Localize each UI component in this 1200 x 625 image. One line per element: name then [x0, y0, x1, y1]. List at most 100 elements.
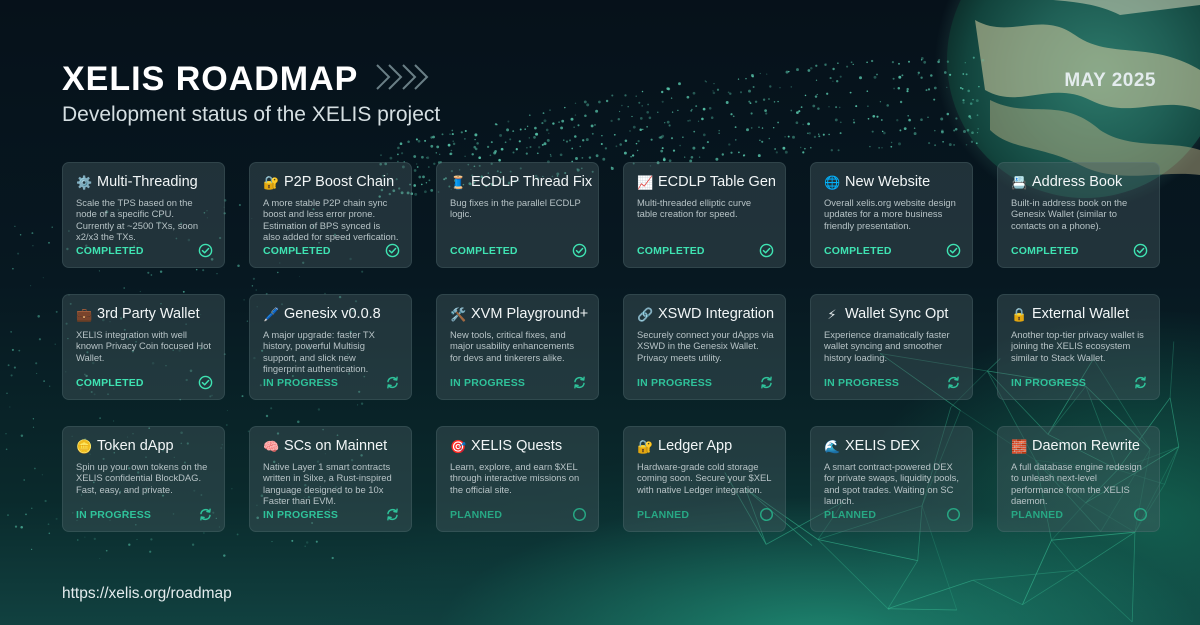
- roadmap-card: ⚙️ Multi-Threading Scale the TPS based on …: [62, 162, 225, 268]
- card-description: A more stable P2P chain sync boost and l…: [263, 197, 399, 243]
- status-badge: PLANNED: [824, 508, 877, 521]
- card-title: Multi-Threading: [97, 174, 198, 190]
- card-header: 🔐 Ledger App: [637, 436, 774, 456]
- brain-icon: 🧠: [263, 438, 280, 454]
- briefcase-icon: 💼: [76, 306, 93, 322]
- check-circle-icon: [198, 243, 213, 258]
- chart-up-icon: 📈: [637, 174, 654, 190]
- status-badge: COMPLETED: [450, 244, 518, 257]
- status-badge: PLANNED: [637, 508, 690, 521]
- roadmap-card: 🎯 XELIS Quests Learn, explore, and earn $X…: [436, 426, 599, 532]
- card-header: 💼 3rd Party Wallet: [76, 304, 213, 324]
- roadmap-grid: ⚙️ Multi-Threading Scale the TPS based on …: [62, 162, 1160, 532]
- sync-icon: [759, 375, 774, 390]
- status-badge: IN PROGRESS: [1011, 376, 1087, 389]
- card-header: 📈 ECDLP Table Gen: [637, 172, 776, 192]
- status-badge: PLANNED: [1011, 508, 1064, 521]
- card-footer: COMPLETED: [76, 375, 213, 390]
- card-header: 🔒 External Wallet: [1011, 304, 1148, 324]
- roadmap-card: 📇 Address Book Built-in address book on th…: [997, 162, 1160, 268]
- card-title: Daemon Rewrite: [1032, 438, 1140, 454]
- card-footer: PLANNED: [824, 507, 961, 522]
- status-badge: IN PROGRESS: [263, 376, 339, 389]
- card-description: Scale the TPS based on the node of a spe…: [76, 197, 199, 243]
- card-title: Address Book: [1032, 174, 1123, 190]
- date-label: MAY 2025: [1064, 70, 1156, 91]
- card-footer: COMPLETED: [263, 243, 400, 258]
- status-badge: COMPLETED: [824, 244, 892, 257]
- card-title: Genesix v0.0.8: [284, 306, 381, 322]
- status-badge: COMPLETED: [1011, 244, 1079, 257]
- sync-icon: [385, 507, 400, 522]
- status-badge: COMPLETED: [637, 244, 705, 257]
- card-description: New tools, critical fixes, and major usa…: [450, 329, 575, 363]
- card-title: Ledger App: [658, 438, 733, 454]
- wave-icon: 🌊: [824, 438, 841, 454]
- roadmap-card: 🧵 ECDLP Thread Fix Bug fixes in the parall…: [436, 162, 599, 268]
- red-block-icon: 🧱: [1011, 438, 1028, 454]
- card-description: Experience dramatically faster wallet sy…: [824, 329, 950, 363]
- link-icon: 🔗: [637, 306, 654, 322]
- card-title: XELIS Quests: [471, 438, 563, 454]
- card-title: XSWD Integration: [658, 306, 775, 322]
- lock-icon: 🔒: [1011, 306, 1028, 322]
- roadmap-card: 🛠️ XVM Playground+ New tools, critical fix…: [436, 294, 599, 400]
- card-header: 🧱 Daemon Rewrite: [1011, 436, 1148, 456]
- gear-icon: ⚙️: [76, 174, 93, 190]
- card-footer: COMPLETED: [824, 243, 961, 258]
- roadmap-card: 🔗 XSWD Integration Securely connect your d…: [623, 294, 786, 400]
- roadmap-card: 🖊️ Genesix v0.0.8 A major upgrade: faster …: [249, 294, 412, 400]
- check-circle-icon: [1133, 243, 1148, 258]
- card-title: XVM Playground+: [471, 306, 589, 322]
- card-title: SCs on Mainnet: [284, 438, 388, 454]
- card-description: A smart contract-powered DEX for private…: [824, 461, 959, 507]
- status-badge: IN PROGRESS: [824, 376, 900, 389]
- empty-circle-icon: [759, 507, 774, 522]
- globe-icon: 🌐: [824, 174, 841, 190]
- card-title: P2P Boost Chain: [284, 174, 395, 190]
- empty-circle-icon: [1133, 507, 1148, 522]
- card-footer: IN PROGRESS: [263, 507, 400, 522]
- card-title: New Website: [845, 174, 931, 190]
- roadmap-card: 🪙 Token dApp Spin up your own tokens on th…: [62, 426, 225, 532]
- empty-circle-icon: [572, 507, 587, 522]
- card-description: Spin up your own tokens on the XELIS con…: [76, 461, 208, 495]
- roadmap-url-link[interactable]: https://xelis.org/roadmap: [62, 585, 232, 603]
- card-header: 🌊 XELIS DEX: [824, 436, 961, 456]
- card-footer: COMPLETED: [76, 243, 213, 258]
- card-header: 🧠 SCs on Mainnet: [263, 436, 400, 456]
- roadmap-card: 🌊 XELIS DEX A smart contract-powered DEX f…: [810, 426, 973, 532]
- thread-spool-icon: 🧵: [450, 174, 467, 190]
- check-circle-icon: [759, 243, 774, 258]
- card-header: 🖊️ Genesix v0.0.8: [263, 304, 400, 324]
- card-footer: IN PROGRESS: [637, 375, 774, 390]
- card-header: 🎯 XELIS Quests: [450, 436, 587, 456]
- card-header: 📇 Address Book: [1011, 172, 1148, 192]
- card-description: A major upgrade: faster TX history, powe…: [263, 329, 375, 375]
- page-title: XELIS ROADMAP: [62, 60, 359, 98]
- target-icon: 🎯: [450, 438, 467, 454]
- card-header: ⚡ Wallet Sync Opt: [824, 304, 961, 324]
- card-description: Securely connect your dApps via XSWD in …: [637, 329, 774, 363]
- roadmap-card: ⚡ Wallet Sync Opt Experience dramatically …: [810, 294, 973, 400]
- card-footer: PLANNED: [450, 507, 587, 522]
- card-description: Another top-tier privacy wallet is joini…: [1011, 329, 1144, 363]
- pencil-icon: 🖊️: [263, 306, 280, 322]
- card-title: ECDLP Thread Fix: [471, 174, 593, 190]
- check-circle-icon: [946, 243, 961, 258]
- status-badge: PLANNED: [450, 508, 503, 521]
- roadmap-card: 🔒 External Wallet Another top-tier privacy…: [997, 294, 1160, 400]
- sync-icon: [198, 507, 213, 522]
- card-header: 🌐 New Website: [824, 172, 961, 192]
- roadmap-card: 📈 ECDLP Table Gen Multi-threaded elliptic …: [623, 162, 786, 268]
- card-title: XELIS DEX: [845, 438, 920, 454]
- hammer-wrench-icon: 🛠️: [450, 306, 467, 322]
- card-header: 🛠️ XVM Playground+: [450, 304, 589, 324]
- xelis-logo-icon: [376, 64, 429, 90]
- address-book-icon: 📇: [1011, 174, 1028, 190]
- card-footer: IN PROGRESS: [824, 375, 961, 390]
- card-header: 🧵 ECDLP Thread Fix: [450, 172, 592, 192]
- status-badge: COMPLETED: [76, 244, 144, 257]
- sync-icon: [946, 375, 961, 390]
- card-title: Wallet Sync Opt: [845, 306, 949, 322]
